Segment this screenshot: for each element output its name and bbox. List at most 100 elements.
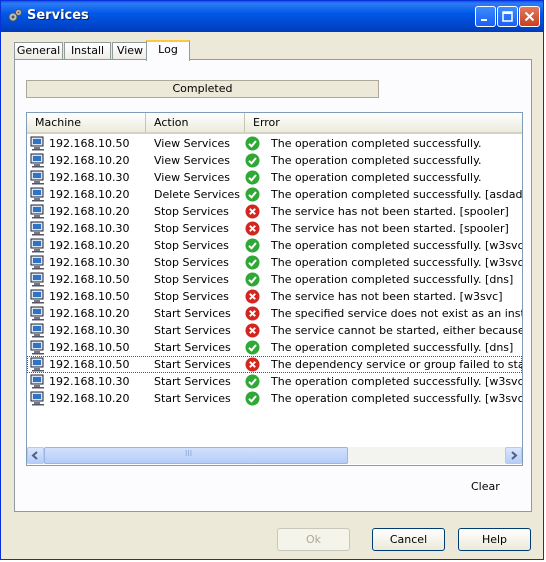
log-list[interactable]: Machine Action Error 192.168.10.50 View S…	[26, 112, 523, 466]
window-title: Services	[27, 8, 89, 23]
column-header-error[interactable]: Error	[245, 113, 522, 132]
action-cell: Stop Services	[154, 273, 229, 286]
table-row[interactable]: 192.168.10.50 Stop Services The operation …	[27, 271, 522, 288]
computer-icon	[30, 306, 44, 321]
table-row[interactable]: 192.168.10.30 Start Services The service c…	[27, 322, 522, 339]
action-cell: View Services	[154, 154, 230, 167]
table-row[interactable]: 192.168.10.20 Start Services The operation…	[27, 390, 522, 407]
clear-link[interactable]: Clear	[471, 480, 500, 493]
action-cell: View Services	[154, 137, 230, 150]
table-row[interactable]: 192.168.10.30 Stop Services The service ha…	[27, 220, 522, 237]
machine-cell: 192.168.10.30	[49, 324, 130, 337]
table-row[interactable]: 192.168.10.20 Stop Services The operation …	[27, 237, 522, 254]
table-row[interactable]: 192.168.10.50 View Services The operation …	[27, 135, 522, 152]
error-cell: The operation completed successfully. [d…	[271, 273, 514, 286]
action-cell: Start Services	[154, 358, 231, 371]
error-cell: The dependency service or group failed t…	[271, 358, 523, 371]
computer-icon	[30, 272, 44, 287]
error-x-icon	[245, 357, 260, 372]
horizontal-scrollbar[interactable]: III	[27, 447, 522, 464]
table-row[interactable]: 192.168.10.30 Stop Services The operation …	[27, 254, 522, 271]
scroll-right-button[interactable]	[505, 447, 522, 464]
action-cell: Stop Services	[154, 290, 229, 303]
machine-cell: 192.168.10.30	[49, 171, 130, 184]
error-x-icon	[245, 221, 260, 236]
machine-cell: 192.168.10.50	[49, 137, 130, 150]
scroll-thumb[interactable]: III	[44, 447, 348, 464]
table-row[interactable]: 192.168.10.30 View Services The operation …	[27, 169, 522, 186]
action-cell: Start Services	[154, 341, 231, 354]
error-cell: The operation completed successfully. [w…	[271, 392, 523, 405]
success-check-icon	[245, 255, 260, 270]
machine-cell: 192.168.10.50	[49, 358, 130, 371]
services-window: Services General Install View Log Comple…	[0, 0, 544, 560]
machine-cell: 192.168.10.50	[49, 273, 130, 286]
computer-icon	[30, 153, 44, 168]
error-cell: The operation completed successfully. [d…	[271, 341, 514, 354]
error-cell: The service cannot be started, either be…	[271, 324, 523, 337]
table-row[interactable]: 192.168.10.20 Start Services The specified…	[27, 305, 522, 322]
table-row[interactable]: 192.168.10.20 Stop Services The service ha…	[27, 203, 522, 220]
minimize-button[interactable]	[475, 6, 496, 27]
table-row[interactable]: 192.168.10.30 Start Services The operation…	[27, 373, 522, 390]
success-check-icon	[245, 391, 260, 406]
scroll-left-button[interactable]	[27, 447, 44, 464]
error-cell: The operation completed successfully.	[271, 137, 482, 150]
machine-cell: 192.168.10.20	[49, 205, 130, 218]
error-cell: The operation completed successfully.	[271, 171, 482, 184]
help-button[interactable]: Help	[458, 528, 531, 551]
error-cell: The service has not been started. [spool…	[271, 205, 509, 218]
computer-icon	[30, 391, 44, 406]
gears-icon	[8, 9, 22, 22]
title-bar[interactable]: Services	[1, 1, 543, 32]
computer-icon	[30, 136, 44, 151]
error-cell: The operation completed successfully. [w…	[271, 375, 523, 388]
action-cell: View Services	[154, 171, 230, 184]
tab-log[interactable]: Log	[146, 40, 190, 61]
machine-cell: 192.168.10.30	[49, 256, 130, 269]
action-cell: Stop Services	[154, 256, 229, 269]
machine-cell: 192.168.10.20	[49, 154, 130, 167]
table-row[interactable]: 192.168.10.50 Start Services The dependenc…	[27, 356, 522, 373]
action-cell: Stop Services	[154, 239, 229, 252]
computer-icon	[30, 187, 44, 202]
error-cell: The specified service does not exist as …	[271, 307, 523, 320]
cancel-button[interactable]: Cancel	[372, 528, 445, 551]
computer-icon	[30, 255, 44, 270]
computer-icon	[30, 357, 44, 372]
column-header-action[interactable]: Action	[146, 113, 245, 132]
success-check-icon	[245, 340, 260, 355]
computer-icon	[30, 170, 44, 185]
computer-icon	[30, 238, 44, 253]
column-header-machine[interactable]: Machine	[27, 113, 146, 132]
table-row[interactable]: 192.168.10.20 View Services The operation …	[27, 152, 522, 169]
success-check-icon	[245, 238, 260, 253]
action-cell: Start Services	[154, 392, 231, 405]
tab-install[interactable]: Install	[64, 42, 111, 60]
error-cell: The operation completed successfully. [w…	[271, 239, 523, 252]
action-cell: Stop Services	[154, 222, 229, 235]
table-row[interactable]: 192.168.10.50 Start Services The operation…	[27, 339, 522, 356]
success-check-icon	[245, 272, 260, 287]
success-check-icon	[245, 153, 260, 168]
error-cell: The operation completed successfully. [w…	[271, 256, 523, 269]
success-check-icon	[245, 136, 260, 151]
action-cell: Start Services	[154, 375, 231, 388]
tab-general[interactable]: General	[14, 42, 63, 60]
maximize-button[interactable]	[497, 6, 518, 27]
machine-cell: 192.168.10.50	[49, 290, 130, 303]
close-icon	[524, 11, 535, 22]
tab-view[interactable]: View	[112, 42, 148, 60]
success-check-icon	[245, 374, 260, 389]
error-cell: The operation completed successfully. [a…	[271, 188, 523, 201]
error-cell: The service has not been started. [w3svc…	[271, 290, 503, 303]
table-row[interactable]: 192.168.10.20 Delete Services The operatio…	[27, 186, 522, 203]
success-check-icon	[245, 170, 260, 185]
ok-button[interactable]: Ok	[277, 528, 350, 551]
table-row[interactable]: 192.168.10.50 Stop Services The service ha…	[27, 288, 522, 305]
error-x-icon	[245, 323, 260, 338]
status-bar: Completed	[26, 80, 379, 98]
machine-cell: 192.168.10.50	[49, 341, 130, 354]
close-button[interactable]	[519, 6, 540, 27]
scroll-grip: III	[185, 449, 193, 458]
